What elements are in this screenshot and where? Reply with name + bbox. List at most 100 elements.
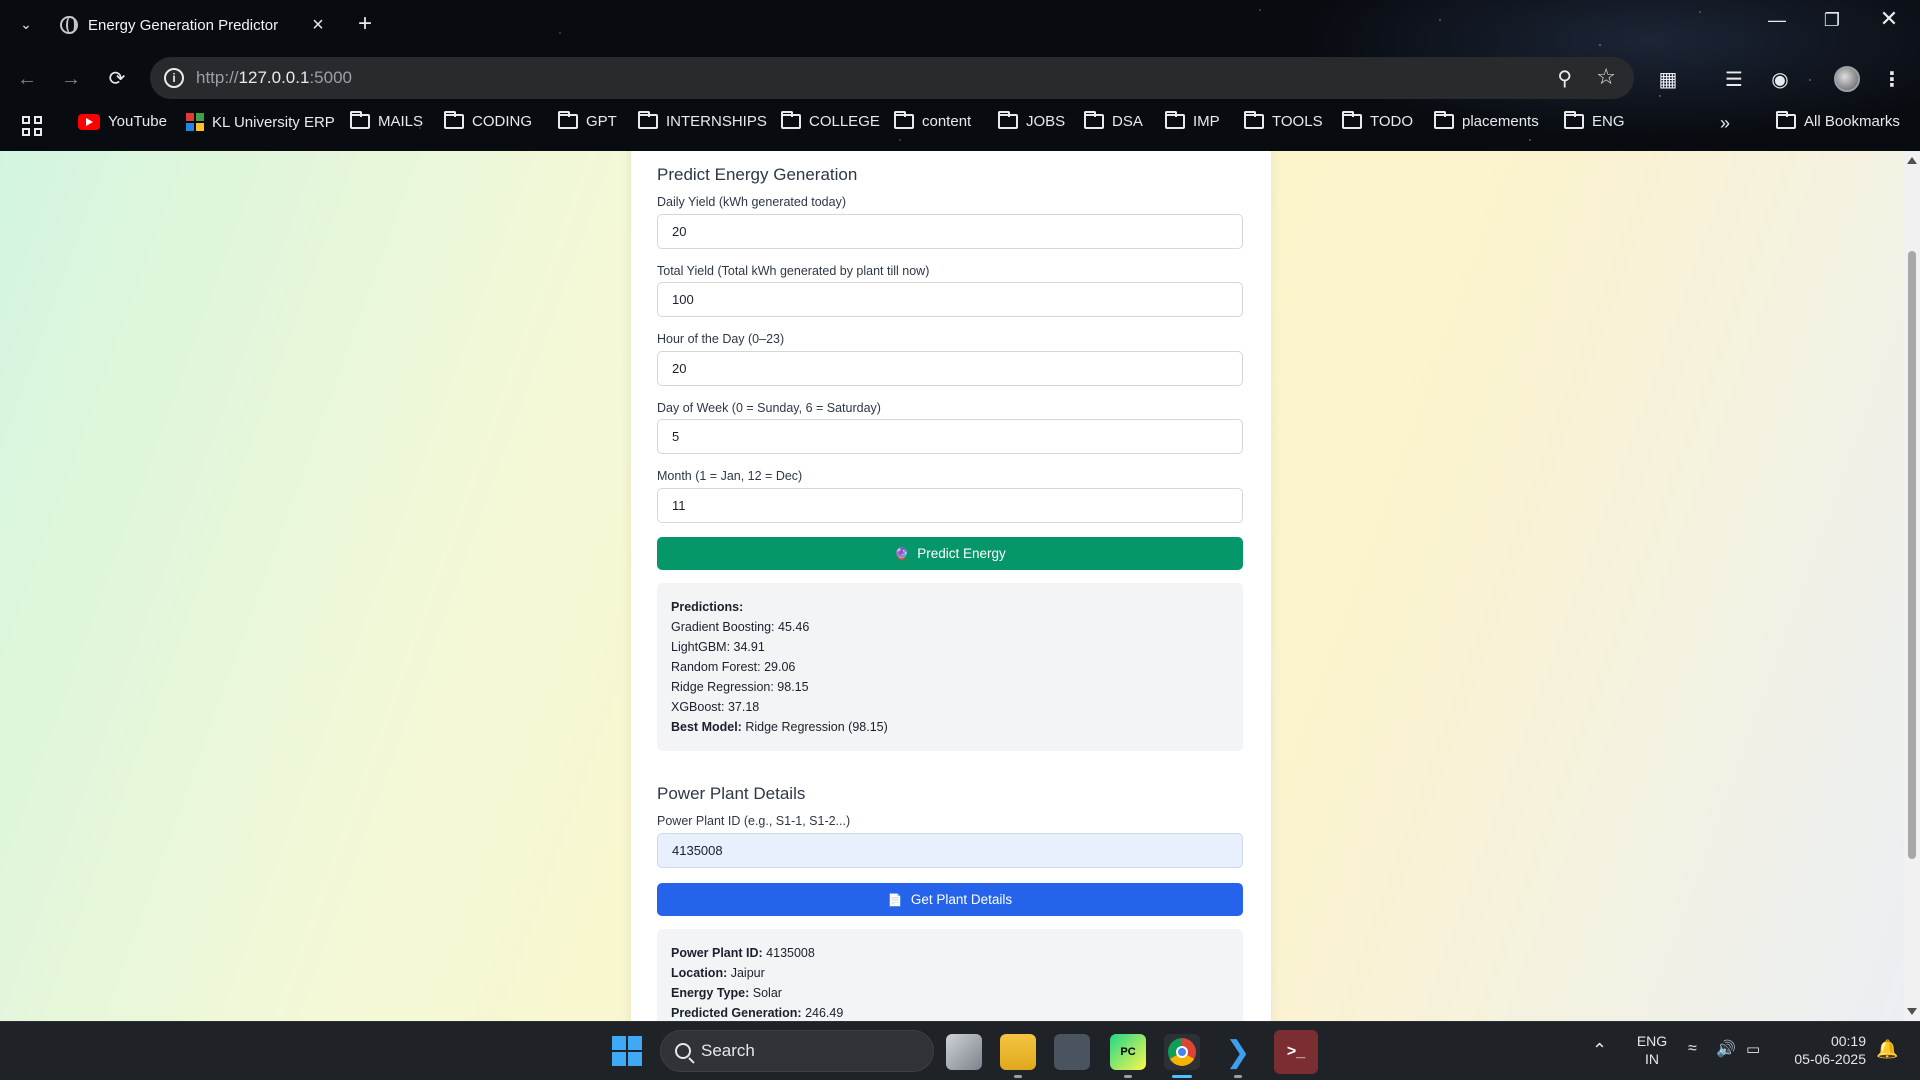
reading-list-icon[interactable]: ☰ — [1720, 66, 1748, 94]
scroll-down-arrow-icon[interactable] — [1907, 1008, 1917, 1015]
language-indicator[interactable]: ENG IN — [1636, 1032, 1668, 1068]
page-viewport: Predict Energy Generation Daily Yield (k… — [0, 151, 1904, 1021]
globe-icon — [60, 16, 78, 34]
tab-title: Energy Generation Predictor — [88, 16, 279, 34]
clock-date: 05-06-2025 — [1794, 1051, 1866, 1067]
folder-icon — [638, 111, 658, 129]
bookmark-folder-gpt[interactable]: GPT — [558, 111, 617, 130]
predict-energy-button[interactable]: 🔮 Predict Energy — [657, 537, 1243, 570]
month-input[interactable]: 11 — [657, 488, 1243, 523]
bookmark-folder-content[interactable]: content — [894, 111, 971, 130]
crystal-ball-icon: 🔮 — [894, 546, 910, 561]
bookmark-folder-todo[interactable]: TODO — [1342, 111, 1414, 130]
restore-icon[interactable]: ❐ — [1817, 10, 1847, 31]
kl-erp-icon — [186, 113, 204, 131]
all-bookmarks[interactable]: All Bookmarks — [1776, 111, 1900, 130]
site-info-icon[interactable]: i — [164, 68, 184, 88]
url-host: 127.0.0.1 — [238, 68, 310, 87]
bookmark-folder-imp[interactable]: IMP — [1165, 111, 1220, 130]
minimize-icon[interactable]: — — [1762, 10, 1792, 31]
folder-icon — [1776, 111, 1796, 129]
scroll-up-arrow-icon[interactable] — [1907, 157, 1917, 164]
bookmark-folder-coding[interactable]: CODING — [444, 111, 532, 130]
new-tab-button[interactable]: + — [352, 12, 378, 38]
back-arrow-icon[interactable]: ← — [12, 64, 42, 94]
bookmark-folder-tools[interactable]: TOOLS — [1244, 111, 1323, 130]
day-of-week-input[interactable]: 5 — [657, 419, 1243, 454]
chrome-app[interactable] — [1164, 1034, 1200, 1070]
best-model-value: Ridge Regression (98.15) — [745, 720, 888, 734]
hour-of-day-label: Hour of the Day (0–23) — [657, 332, 785, 346]
calculator-icon[interactable] — [1054, 1034, 1090, 1070]
tray-overflow-chevron-icon[interactable]: ⌃ — [1592, 1040, 1607, 1061]
taskbar-search[interactable]: Search — [660, 1030, 934, 1072]
bookmark-label: MAILS — [378, 113, 424, 130]
tab-search-chevron-icon[interactable]: ⌄ — [14, 12, 38, 36]
bookmark-folder-eng[interactable]: ENG — [1564, 111, 1625, 130]
close-tab-icon[interactable]: × — [308, 14, 328, 37]
clock-time: 00:19 — [1830, 1033, 1866, 1049]
detail-value: Jaipur — [730, 966, 765, 980]
bookmark-label: TODO — [1370, 113, 1414, 130]
menu-kebab-icon[interactable]: ⋮ — [1878, 66, 1906, 94]
plant-id-input[interactable]: 4135008 — [657, 833, 1243, 868]
folder-icon — [1342, 111, 1362, 129]
bookmark-star-icon[interactable]: ☆ — [1596, 64, 1616, 90]
active-indicator — [1172, 1075, 1192, 1078]
bookmark-kl-erp[interactable]: KL University ERP — [186, 113, 335, 131]
daily-yield-input[interactable]: 20 — [657, 214, 1243, 249]
detail-value: 4135008 — [766, 946, 815, 960]
prediction-row: Random Forest: 29.06 — [671, 660, 796, 674]
taskbar-search-label: Search — [701, 1041, 755, 1060]
address-bar[interactable]: i http://127.0.0.1:5000 ⚲ ☆ — [150, 57, 1634, 99]
vscode-icon[interactable]: ❯ — [1220, 1034, 1256, 1070]
plant-detail-row: Power Plant ID: 4135008 — [671, 943, 1229, 963]
total-yield-input[interactable]: 100 — [657, 282, 1243, 317]
battery-icon[interactable]: ▭ — [1746, 1040, 1760, 1058]
bookmark-folder-internships[interactable]: INTERNSHIPS — [638, 111, 767, 130]
forward-arrow-icon[interactable]: → — [56, 64, 86, 94]
main-card: Predict Energy Generation Daily Yield (k… — [631, 151, 1271, 1021]
extensions-icon[interactable]: ▦ — [1654, 66, 1682, 94]
url-text: http://127.0.0.1:5000 — [196, 68, 352, 88]
plant-detail-row: Energy Type: Solar — [671, 983, 1229, 1003]
window-close-icon[interactable]: ✕ — [1874, 6, 1904, 32]
bookmark-label: KL University ERP — [212, 113, 335, 131]
apps-grid-icon[interactable] — [22, 116, 42, 136]
url-scheme: http:// — [196, 68, 239, 87]
get-plant-details-button[interactable]: 📄 Get Plant Details — [657, 883, 1243, 916]
pycharm-icon[interactable]: PC — [1110, 1034, 1146, 1070]
file-explorer-icon[interactable] — [1000, 1034, 1036, 1070]
bookmark-folder-dsa[interactable]: DSA — [1084, 111, 1143, 130]
reload-icon[interactable]: ⟳ — [102, 64, 132, 94]
bookmark-folder-placements[interactable]: placements — [1434, 111, 1539, 130]
clock[interactable]: 00:19 05-06-2025 — [1786, 1032, 1866, 1068]
windows-start-icon[interactable] — [612, 1036, 642, 1066]
page-scrollbar[interactable] — [1904, 151, 1920, 1021]
bookmark-youtube[interactable]: YouTube — [78, 113, 167, 130]
bookmark-label: IMP — [1193, 113, 1220, 130]
lens-icon[interactable]: ◉ — [1766, 66, 1794, 94]
daily-yield-label: Daily Yield (kWh generated today) — [657, 195, 846, 209]
active-tab[interactable]: Energy Generation Predictor × — [48, 6, 340, 44]
predictions-heading: Predictions: — [671, 597, 1229, 617]
volume-icon[interactable]: 🔊 — [1716, 1039, 1736, 1059]
notification-bell-icon[interactable]: 🔔 — [1876, 1039, 1898, 1060]
terminal-icon[interactable]: >_ — [1274, 1030, 1318, 1074]
task-view-icon[interactable] — [946, 1034, 982, 1070]
detail-value: Solar — [752, 986, 782, 1000]
day-of-week-label: Day of Week (0 = Sunday, 6 = Saturday) — [657, 401, 881, 415]
folder-icon — [998, 111, 1018, 129]
zoom-icon[interactable]: ⚲ — [1557, 66, 1572, 91]
bookmark-folder-mails[interactable]: MAILS — [350, 111, 424, 130]
bookmark-folder-jobs[interactable]: JOBS — [998, 111, 1065, 130]
bookmark-folder-college[interactable]: COLLEGE — [781, 111, 880, 130]
folder-icon — [894, 111, 914, 129]
wifi-icon[interactable]: ≈ — [1688, 1040, 1697, 1058]
detail-label: Energy Type: — [671, 986, 750, 1000]
month-label: Month (1 = Jan, 12 = Dec) — [657, 469, 803, 483]
scrollbar-thumb[interactable] — [1908, 251, 1916, 859]
hour-of-day-input[interactable]: 20 — [657, 351, 1243, 386]
more-bookmarks-chevron-icon[interactable]: » — [1720, 113, 1730, 134]
profile-avatar[interactable] — [1834, 66, 1860, 92]
